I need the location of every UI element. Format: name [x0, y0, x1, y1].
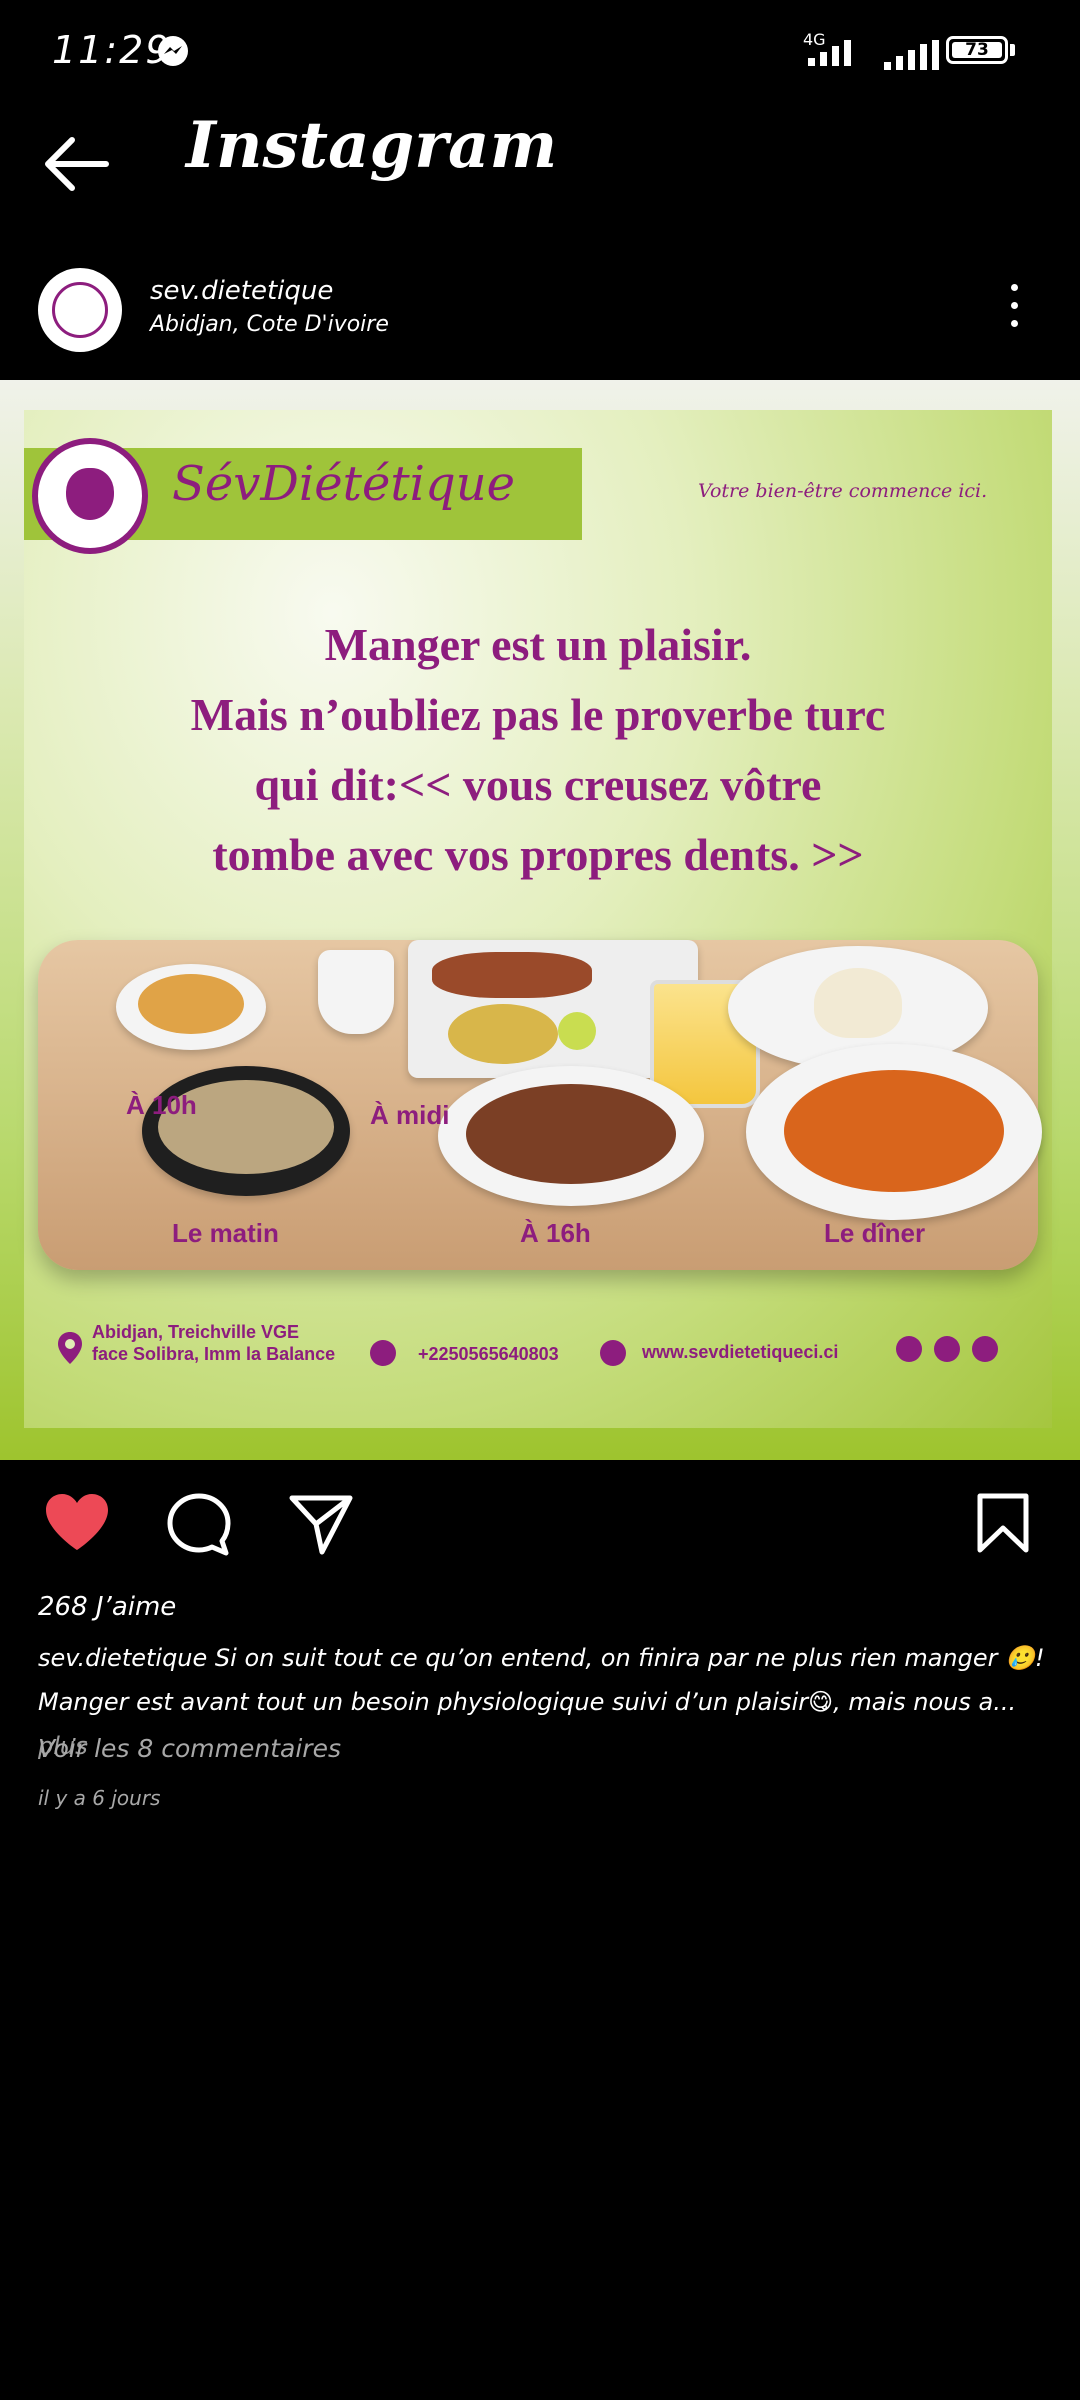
facebook-icon — [896, 1336, 922, 1362]
messenger-icon — [158, 36, 188, 66]
whatsapp-icon — [934, 1336, 960, 1362]
meal-label-diner: Le dîner — [824, 1218, 926, 1248]
caption-text-1: Si on suit tout ce qu’on entend, on fini… — [207, 1644, 1045, 1672]
back-arrow-icon[interactable] — [44, 134, 110, 194]
phone-icon — [370, 1340, 396, 1366]
likes-count[interactable]: 268 J’aime — [38, 1592, 176, 1622]
quote-line: Manger est un plaisir. — [324, 619, 752, 670]
like-heart-icon[interactable] — [44, 1492, 110, 1552]
brand-tagline: Votre bien-être commence ici. — [698, 480, 988, 502]
promo-card: SévDiététique Votre bien-être commence i… — [24, 410, 1052, 1428]
apple-icon — [66, 468, 114, 520]
caption-username[interactable]: sev.dietetique — [38, 1644, 207, 1672]
post-image[interactable]: SévDiététique Votre bien-être commence i… — [0, 380, 1080, 1460]
battery-level: 73 — [965, 40, 989, 60]
brand-logo — [32, 438, 148, 554]
share-icon[interactable] — [288, 1492, 354, 1556]
globe-icon — [600, 1340, 626, 1366]
post-username[interactable]: sev.dietetique — [150, 276, 333, 306]
phone-number: +2250565640803 — [418, 1344, 559, 1364]
quote-line: Mais n’oubliez pas le proverbe turc — [190, 689, 886, 740]
signal-icon — [808, 40, 851, 66]
instagram-icon — [972, 1336, 998, 1362]
address-line-1: Abidjan, Treichville VGE — [92, 1322, 300, 1342]
quote-line: qui dit:<< vous creusez vôtre — [254, 759, 822, 810]
brand-name: SévDiététique — [172, 456, 516, 512]
quote-line: tombe avec vos propres dents. >> — [212, 829, 864, 880]
battery-icon: 73 — [946, 36, 1008, 64]
app-title: Instagram — [186, 108, 558, 183]
porridge-bowl — [142, 1066, 350, 1196]
quote: Manger est un plaisir. Mais n’oubliez pa… — [64, 610, 1012, 890]
beignets-plate — [116, 964, 266, 1050]
address-line-2: face Solibra, Imm la Balance — [92, 1344, 336, 1364]
meal-label-10h: À 10h — [126, 1090, 197, 1120]
post-date: il y a 6 jours — [38, 1786, 161, 1810]
stew-plate — [746, 1044, 1042, 1220]
comment-icon[interactable] — [166, 1492, 232, 1558]
battery-tip — [1010, 44, 1015, 56]
meal-label-matin: Le matin — [172, 1218, 279, 1248]
more-options-icon[interactable] — [1008, 284, 1020, 336]
caption-text-2: Manger est avant tout un besoin physiolo… — [38, 1688, 1017, 1716]
bookmark-icon[interactable] — [976, 1492, 1030, 1554]
view-comments-link[interactable]: Voir les 8 commentaires — [38, 1734, 341, 1763]
signal-icon-2 — [884, 40, 939, 70]
chips-plate — [438, 1066, 704, 1206]
website: www.sevdietetiqueci.ci — [642, 1342, 839, 1362]
location-pin-icon — [58, 1332, 82, 1364]
yogurt-bowl — [318, 950, 394, 1034]
status-time: 11:29 — [52, 28, 172, 72]
meal-label-16h: À 16h — [520, 1218, 591, 1248]
avatar[interactable] — [38, 268, 122, 352]
meal-label-midi: À midi — [370, 1100, 450, 1130]
post-location[interactable]: Abidjan, Cote D'ivoire — [150, 312, 389, 337]
